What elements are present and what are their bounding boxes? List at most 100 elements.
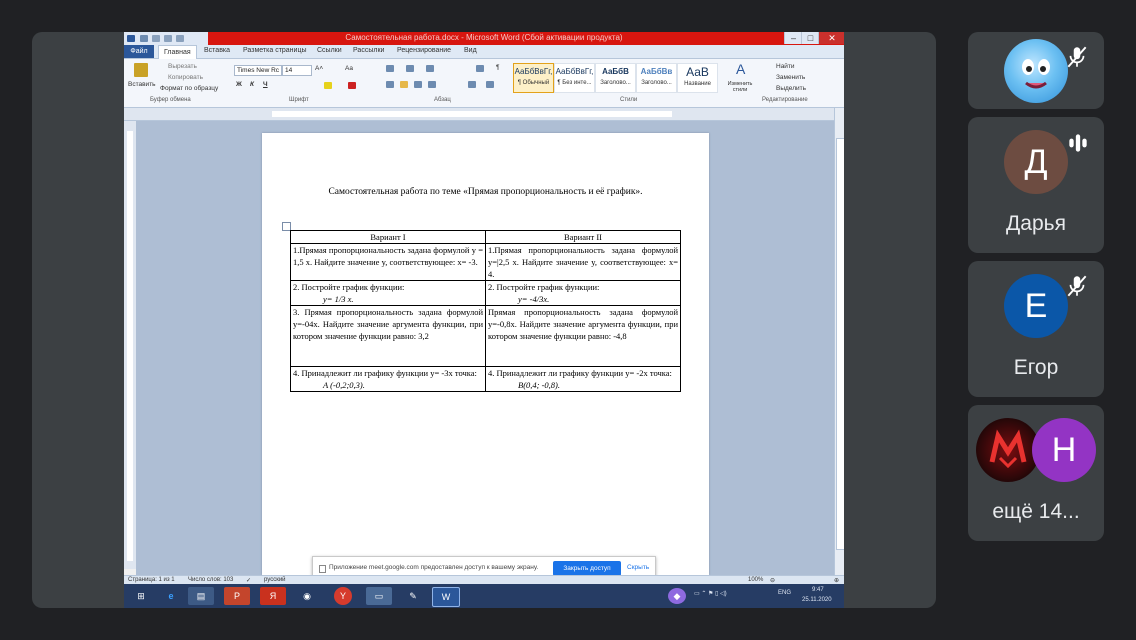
paste-button[interactable]: Вставить xyxy=(128,81,156,88)
tab-review[interactable]: Рецензирование xyxy=(397,47,451,54)
borders-icon[interactable] xyxy=(486,81,494,88)
grow-font-icon[interactable]: A˄ xyxy=(315,65,323,72)
align-center-icon[interactable] xyxy=(400,81,408,88)
underline-button[interactable]: Ч xyxy=(263,81,268,88)
style-normal[interactable]: АаБбВвГг, ¶ Обычный xyxy=(513,63,554,93)
avatar: Д xyxy=(1004,130,1068,194)
point-text: B(0,4; -0,8). xyxy=(518,380,561,390)
table-cell: 3. Прямая пропорциональность задана форм… xyxy=(290,305,486,367)
align-left-icon[interactable] xyxy=(386,81,394,88)
word-count[interactable]: Число слов: 103 xyxy=(188,577,233,583)
yandex-icon[interactable]: Я xyxy=(260,587,286,605)
minimize-button[interactable]: – xyxy=(784,32,802,44)
tools-icon[interactable]: ✎ xyxy=(400,587,426,605)
more-participants-tile[interactable]: Н ещё 14... xyxy=(968,405,1104,541)
document-page[interactable]: Самостоятельная работа по теме «Прямая п… xyxy=(262,133,709,575)
participant-tile[interactable] xyxy=(968,32,1104,109)
tab-page-layout[interactable]: Разметка страницы xyxy=(243,47,307,54)
style-name: Заголово... xyxy=(600,80,631,86)
proofing-icon[interactable]: ✓ xyxy=(246,577,251,584)
pilcrow-icon[interactable]: ¶ xyxy=(496,64,500,71)
highlight-icon[interactable] xyxy=(324,82,332,89)
font-color-icon[interactable] xyxy=(348,82,356,89)
style-sample: АаБбВ xyxy=(602,67,629,76)
numbering-icon[interactable] xyxy=(406,65,414,72)
vertical-ruler[interactable] xyxy=(124,121,136,569)
style-heading-1[interactable]: АаБбВ Заголово... xyxy=(595,63,636,93)
replace-button[interactable]: Заменить xyxy=(776,74,805,81)
word-taskbar-icon[interactable]: W xyxy=(432,587,460,607)
red-logo-avatar xyxy=(976,418,1040,482)
zoom-out-icon[interactable]: ⊖ xyxy=(770,577,775,584)
task-text: 4. Принадлежит ли графику функции y= -3x… xyxy=(293,368,477,378)
yandex-browser-icon[interactable]: Y xyxy=(334,587,352,605)
bold-button[interactable]: Ж xyxy=(236,81,242,88)
ie-icon[interactable]: e xyxy=(158,587,184,605)
table-row: Вариант I Вариант II xyxy=(290,230,681,244)
chrome-icon[interactable]: ◉ xyxy=(294,587,320,605)
font-name-combo[interactable]: Times New Rc xyxy=(234,65,282,76)
style-heading-2[interactable]: АаБбВв Заголово... xyxy=(636,63,677,93)
copy-button[interactable]: Копировать xyxy=(168,74,203,81)
mic-off-icon xyxy=(1067,275,1087,297)
close-button[interactable]: ✕ xyxy=(818,32,844,44)
change-styles-icon[interactable]: A xyxy=(736,61,745,77)
windows-taskbar: ⊞ e ▤ P Я ◉ Y ▭ ✎ W ◆ ▭ ⌃ ⚑ ▯ ◁) ENG 9:4… xyxy=(124,584,844,608)
cut-button[interactable]: Вырезать xyxy=(168,63,197,70)
tray-icons[interactable]: ▭ ⌃ ⚑ ▯ ◁) xyxy=(694,590,727,597)
align-right-icon[interactable] xyxy=(414,81,422,88)
stop-sharing-button[interactable]: Закрыть доступ xyxy=(553,561,621,576)
table-cell: 4. Принадлежит ли графику функции y= -3x… xyxy=(290,366,486,392)
paste-icon[interactable] xyxy=(134,63,148,77)
start-icon[interactable]: ⊞ xyxy=(128,587,154,605)
select-button[interactable]: Выделить xyxy=(776,85,806,92)
zoom-level[interactable]: 100% xyxy=(748,577,763,583)
format-painter-button[interactable]: Формат по образцу xyxy=(160,85,218,92)
multilevel-list-icon[interactable] xyxy=(426,65,434,72)
notification-message: Приложение meet.google.com предоставлен … xyxy=(329,564,539,571)
variant-2-header: Вариант II xyxy=(485,230,681,244)
table-cell: Прямая пропорциональность задана формуло… xyxy=(485,305,681,367)
shading-icon[interactable] xyxy=(468,81,476,88)
language-indicator[interactable]: русский xyxy=(264,577,286,583)
hide-notification-link[interactable]: Скрыть xyxy=(627,564,649,571)
table-row: 4. Принадлежит ли графику функции y= -3x… xyxy=(290,366,681,392)
change-case-button[interactable]: Aa xyxy=(345,65,353,72)
tab-mailings[interactable]: Рассылки xyxy=(353,47,384,54)
tab-home[interactable]: Главная xyxy=(158,45,197,59)
page-count[interactable]: Страница: 1 из 1 xyxy=(128,577,175,583)
zoom-in-icon[interactable]: ⊕ xyxy=(834,577,839,584)
maximize-button[interactable]: □ xyxy=(801,32,819,44)
table-row: 1.Прямая пропорциональность задана форму… xyxy=(290,243,681,281)
find-button[interactable]: Найти xyxy=(776,63,795,70)
participant-tile[interactable]: Е Егор xyxy=(968,261,1104,397)
style-title[interactable]: АаВ Название xyxy=(677,63,718,93)
change-styles-button[interactable]: Изменить стили xyxy=(724,81,756,93)
participant-tile[interactable]: Д Дарья xyxy=(968,117,1104,253)
tab-references[interactable]: Ссылки xyxy=(317,47,342,54)
font-size-combo[interactable]: 14 xyxy=(282,65,312,76)
style-no-spacing[interactable]: АаБбВвГг, ¶ Без инте... xyxy=(554,63,595,93)
explorer-icon[interactable]: ▤ xyxy=(188,587,214,605)
italic-button[interactable]: К xyxy=(250,81,254,88)
powerpoint-icon[interactable]: P xyxy=(224,587,250,605)
cartoon-avatar xyxy=(1004,39,1068,103)
scrollbar-thumb[interactable] xyxy=(836,138,844,550)
horizontal-ruler[interactable] xyxy=(124,108,844,121)
justify-icon[interactable] xyxy=(428,81,436,88)
tab-insert[interactable]: Вставка xyxy=(204,47,230,54)
bullets-icon[interactable] xyxy=(386,65,394,72)
window-icon[interactable]: ▭ xyxy=(366,587,392,605)
sort-icon[interactable] xyxy=(476,65,484,72)
vertical-scrollbar[interactable] xyxy=(834,108,844,575)
tab-file[interactable]: Файл xyxy=(124,45,154,58)
clock-time[interactable]: 9:47 xyxy=(812,587,824,593)
styles-group-label: Стили xyxy=(620,97,638,103)
alice-icon[interactable]: ◆ xyxy=(668,588,686,604)
clock-date[interactable]: 25.11.2020 xyxy=(802,597,832,603)
style-name: Заголово... xyxy=(641,80,672,86)
ribbon-tabs: Файл Главная Вставка Разметка страницы С… xyxy=(124,45,844,59)
tab-view[interactable]: Вид xyxy=(464,47,477,54)
table-cell: 2. Постройте график функции: y= 1/3 x. xyxy=(290,280,486,306)
input-language[interactable]: ENG xyxy=(778,590,791,596)
